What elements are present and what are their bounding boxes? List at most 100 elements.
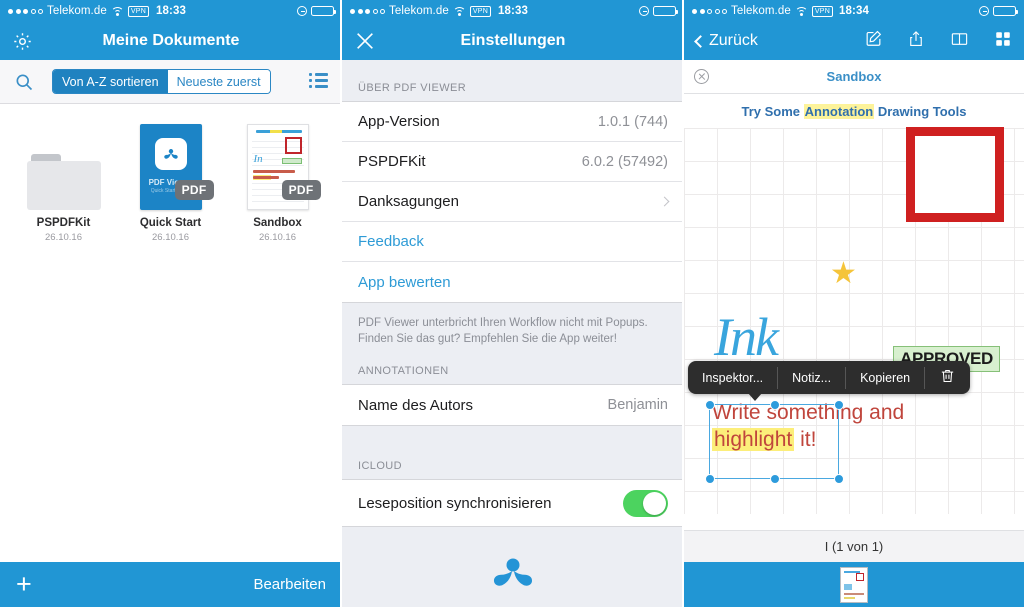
location-icon — [297, 6, 307, 16]
back-button[interactable]: Zurück — [694, 32, 758, 50]
row-label: Name des Autors — [358, 396, 474, 414]
book-icon[interactable] — [949, 30, 970, 53]
row-author-name[interactable]: Name des Autors Benjamin — [342, 385, 684, 425]
sort-az-button[interactable]: Von A-Z sortieren — [53, 70, 168, 93]
menu-item-inspector[interactable]: Inspektor... — [688, 371, 777, 385]
section-footer-note: PDF Viewer unterbricht Ihren Workflow ni… — [358, 317, 648, 345]
sort-newest-button[interactable]: Neueste zuerst — [167, 70, 270, 93]
sync-toggle[interactable] — [623, 489, 668, 517]
battery-icon — [653, 5, 678, 17]
panel-divider-2 — [682, 0, 684, 607]
menu-arrow — [748, 393, 762, 401]
star-icon[interactable]: ★ — [830, 259, 857, 289]
document-date: 26.10.16 — [45, 232, 82, 243]
resize-handle[interactable] — [704, 399, 715, 410]
carrier-label: Telekom.de — [731, 5, 791, 17]
row-pspdfkit-version[interactable]: PSPDFKit 6.0.2 (57492) — [342, 142, 684, 182]
row-rate-app[interactable]: App bewerten — [342, 262, 684, 302]
back-label: Zurück — [709, 32, 758, 49]
battery-icon — [993, 5, 1018, 17]
panel-settings: Telekom.de VPN 18:33 Einstellungen ÜBER … — [342, 0, 684, 607]
viewer-bottom-bar — [684, 562, 1024, 607]
section-icloud-rows: Leseposition synchronisieren — [342, 479, 684, 527]
folder-thumbnail — [25, 122, 103, 210]
vpn-badge: VPN — [811, 5, 834, 17]
row-label: App-Version — [358, 113, 440, 130]
row-label: Feedback — [358, 233, 424, 250]
section-about-rows: App-Version 1.0.1 (744) PSPDFKit 6.0.2 (… — [342, 101, 684, 303]
section-annotations-rows: Name des Autors Benjamin — [342, 384, 684, 426]
share-icon[interactable] — [907, 29, 925, 54]
carrier-label: Telekom.de — [389, 5, 449, 17]
row-label: Leseposition synchronisieren — [358, 494, 552, 512]
resize-handle[interactable] — [833, 399, 844, 410]
status-badge: PDF — [281, 180, 321, 200]
status-right-3 — [979, 5, 1018, 17]
chevron-right-icon — [659, 196, 670, 207]
pspdfkit-logo — [342, 527, 684, 607]
panel-pdf-viewer: Telekom.de VPN 18:34 Zurück Sandbox Try … — [684, 0, 1024, 607]
row-app-version[interactable]: App-Version 1.0.1 (744) — [342, 102, 684, 142]
close-icon[interactable] — [354, 30, 376, 52]
battery-icon — [311, 5, 336, 17]
ink-annotation[interactable]: Ink — [714, 306, 779, 368]
list-item[interactable]: In PDF Sandbox 26.10.16 — [224, 122, 331, 243]
row-value: Benjamin — [607, 397, 668, 413]
documents-bottom-bar: + Bearbeiten — [0, 562, 342, 607]
panel-my-documents: Telekom.de VPN 18:33 Meine Dokumente Von… — [0, 0, 342, 607]
signal-dots-icon — [8, 8, 43, 14]
close-circle-icon[interactable] — [694, 69, 709, 84]
sort-segmented-control[interactable]: Von A-Z sortieren Neueste zuerst — [52, 69, 271, 94]
section-header-icloud: ICLOUD — [358, 460, 402, 472]
square-annotation[interactable] — [906, 127, 1004, 222]
grid-icon[interactable] — [994, 30, 1012, 53]
pdf-viewer-app-icon — [154, 138, 187, 170]
wifi-icon — [794, 6, 808, 16]
document-date: 26.10.16 — [259, 232, 296, 243]
resize-handle[interactable] — [704, 473, 715, 484]
clock-label: 18:34 — [839, 5, 869, 17]
page-indicator: I (1 von 1) — [684, 530, 1024, 562]
resize-handle[interactable] — [770, 473, 780, 484]
documents-grid: PSPDFKit 26.10.16 PDF Viewer Quick Start… — [0, 104, 342, 243]
document-date: 26.10.16 — [152, 232, 189, 243]
compose-icon[interactable] — [864, 29, 883, 53]
carrier-label: Telekom.de — [47, 5, 107, 17]
page-title: Meine Dokumente — [102, 32, 240, 49]
list-view-icon[interactable] — [309, 72, 328, 91]
selection-box — [704, 399, 844, 484]
search-icon[interactable] — [14, 72, 34, 92]
gear-icon[interactable] — [12, 31, 33, 52]
menu-item-note[interactable]: Notiz... — [778, 371, 845, 385]
row-label: Danksagungen — [358, 193, 459, 210]
page-thumbnail-icon[interactable] — [840, 566, 868, 603]
add-button[interactable]: + — [16, 571, 32, 598]
documents-toolbar: Von A-Z sortieren Neueste zuerst — [0, 60, 342, 104]
resize-handle[interactable] — [833, 473, 844, 484]
row-label: PSPDFKit — [358, 153, 426, 170]
menu-item-copy[interactable]: Kopieren — [846, 371, 924, 385]
heading-part-highlight: Annotation — [803, 104, 875, 119]
edit-button[interactable]: Bearbeiten — [253, 576, 326, 593]
viewer-toolbar-icons — [864, 29, 1012, 54]
trash-icon[interactable] — [925, 367, 970, 388]
signal-dots-icon — [692, 8, 727, 14]
status-right-1 — [297, 5, 336, 17]
list-item[interactable]: PSPDFKit 26.10.16 — [10, 122, 117, 243]
page-heading: Try Some Annotation Drawing Tools — [684, 94, 1024, 119]
vpn-badge: VPN — [469, 5, 492, 17]
status-right-2 — [639, 5, 678, 17]
location-icon — [979, 6, 989, 16]
resize-handle[interactable] — [770, 399, 780, 410]
pdf-thumbnail: In PDF — [239, 122, 321, 210]
status-left-2: Telekom.de VPN — [350, 5, 492, 17]
page-title: Einstellungen — [460, 32, 566, 49]
list-item[interactable]: PDF Viewer Quick Start Guide PDF Quick S… — [117, 122, 224, 243]
pdf-page[interactable]: Try Some Annotation Drawing Tools ★ Ink … — [684, 94, 1024, 514]
folder-icon — [26, 154, 101, 210]
row-feedback[interactable]: Feedback — [342, 222, 684, 262]
nav-bar-settings: Einstellungen — [342, 22, 684, 60]
document-tab-bar: Sandbox — [684, 60, 1024, 94]
row-sync-reading-position[interactable]: Leseposition synchronisieren — [342, 480, 684, 526]
row-acknowledgements[interactable]: Danksagungen — [342, 182, 684, 222]
